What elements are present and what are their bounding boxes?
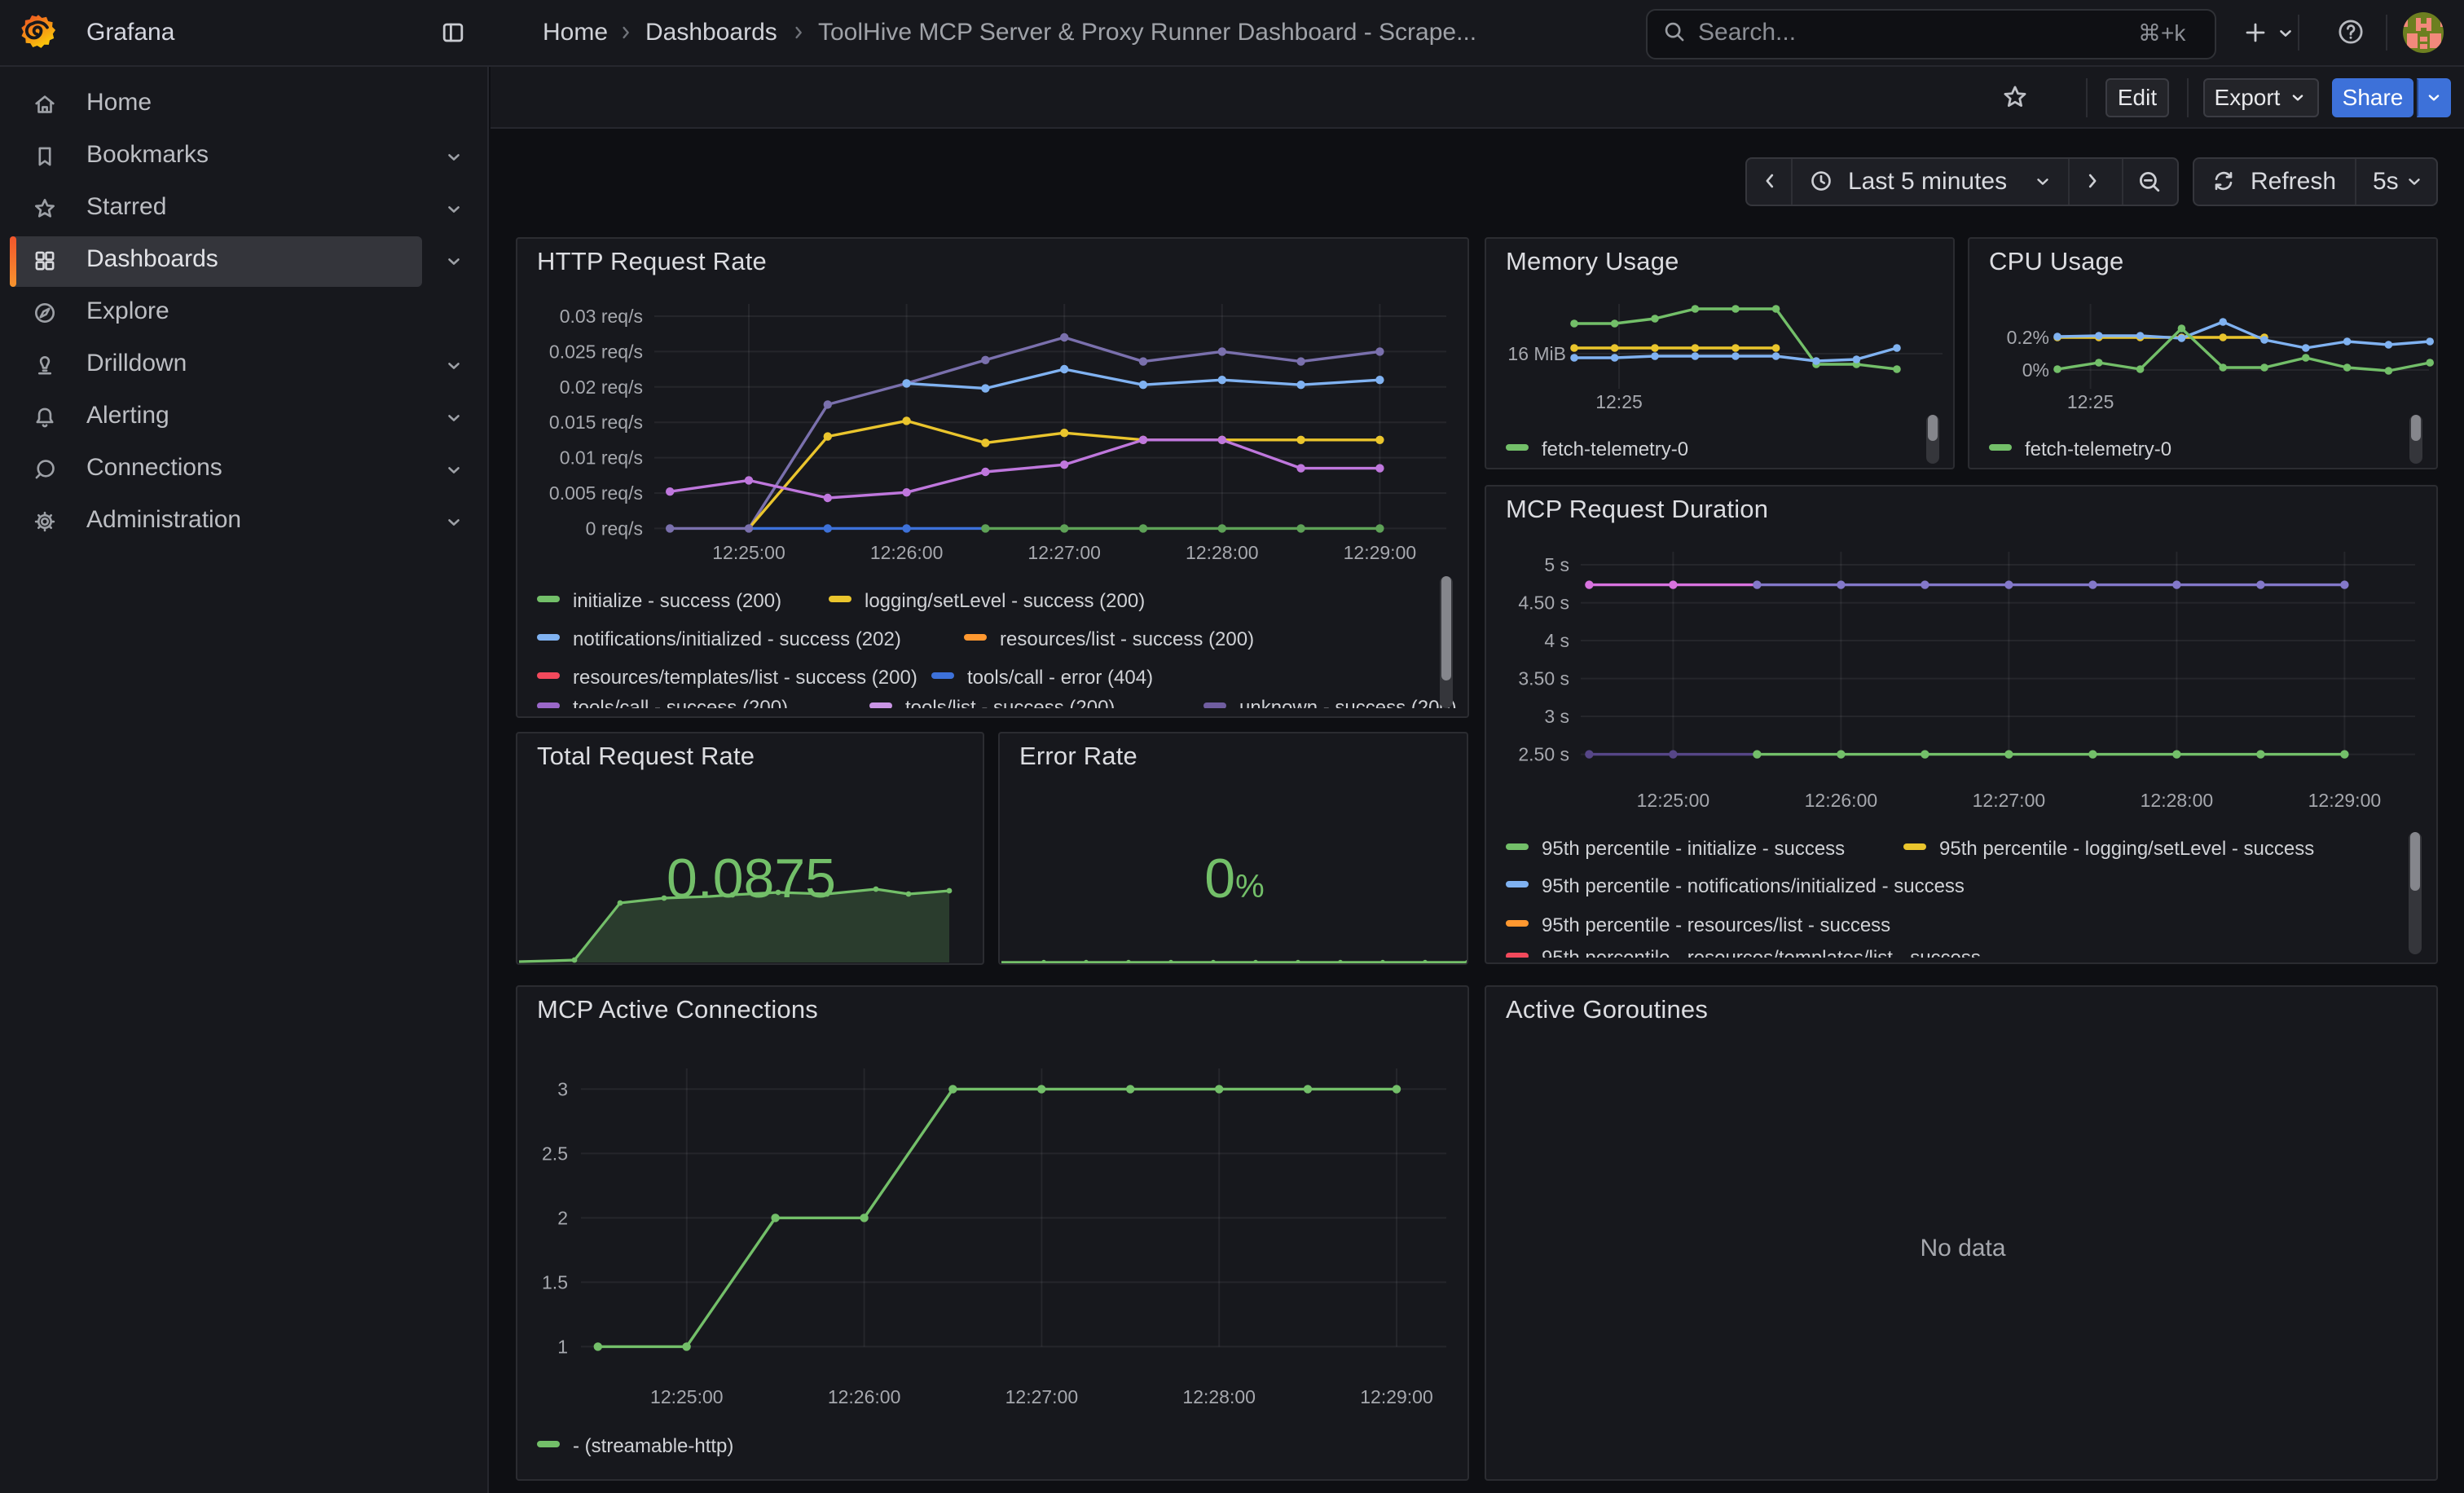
svg-text:12:27:00: 12:27:00 [1027,542,1101,563]
svg-text:3: 3 [557,1078,568,1099]
svg-text:0.015 req/s: 0.015 req/s [549,412,643,433]
svg-text:1: 1 [557,1336,568,1357]
svg-text:0.005 req/s: 0.005 req/s [549,482,643,504]
svg-text:0.02 req/s: 0.02 req/s [560,377,643,398]
svg-text:12:25:00: 12:25:00 [712,542,785,563]
svg-text:2.50 s: 2.50 s [1518,744,1569,765]
svg-text:16 MiB: 16 MiB [1507,343,1566,364]
svg-text:4.50 s: 4.50 s [1518,592,1569,614]
svg-text:0.025 req/s: 0.025 req/s [549,341,643,362]
svg-text:0%: 0% [2022,359,2049,381]
svg-text:0.03 req/s: 0.03 req/s [560,306,643,327]
svg-text:4 s: 4 s [1544,630,1569,651]
svg-text:12:29:00: 12:29:00 [1344,542,1417,563]
svg-text:1.5: 1.5 [542,1271,568,1293]
svg-text:12:26:00: 12:26:00 [1805,790,1878,811]
svg-text:0.01 req/s: 0.01 req/s [560,447,643,469]
svg-text:12:25:00: 12:25:00 [650,1386,724,1407]
svg-text:3 s: 3 s [1544,706,1569,727]
svg-text:12:28:00: 12:28:00 [2141,790,2214,811]
svg-text:12:26:00: 12:26:00 [828,1386,901,1407]
svg-text:2.5: 2.5 [542,1143,568,1164]
svg-text:12:25: 12:25 [2067,391,2114,412]
svg-text:12:28:00: 12:28:00 [1186,542,1259,563]
svg-text:12:29:00: 12:29:00 [2308,790,2382,811]
svg-text:5 s: 5 s [1544,554,1569,575]
svg-text:0.2%: 0.2% [2007,327,2049,348]
svg-text:12:25:00: 12:25:00 [1637,790,1710,811]
svg-text:12:27:00: 12:27:00 [1973,790,2046,811]
svg-text:0 req/s: 0 req/s [586,517,643,539]
svg-text:12:28:00: 12:28:00 [1182,1386,1256,1407]
svg-text:12:26:00: 12:26:00 [870,542,944,563]
svg-text:12:25: 12:25 [1595,391,1643,412]
svg-text:12:27:00: 12:27:00 [1005,1386,1079,1407]
svg-text:2: 2 [557,1207,568,1228]
svg-text:12:29:00: 12:29:00 [1360,1386,1433,1407]
svg-text:3.50 s: 3.50 s [1518,668,1569,689]
